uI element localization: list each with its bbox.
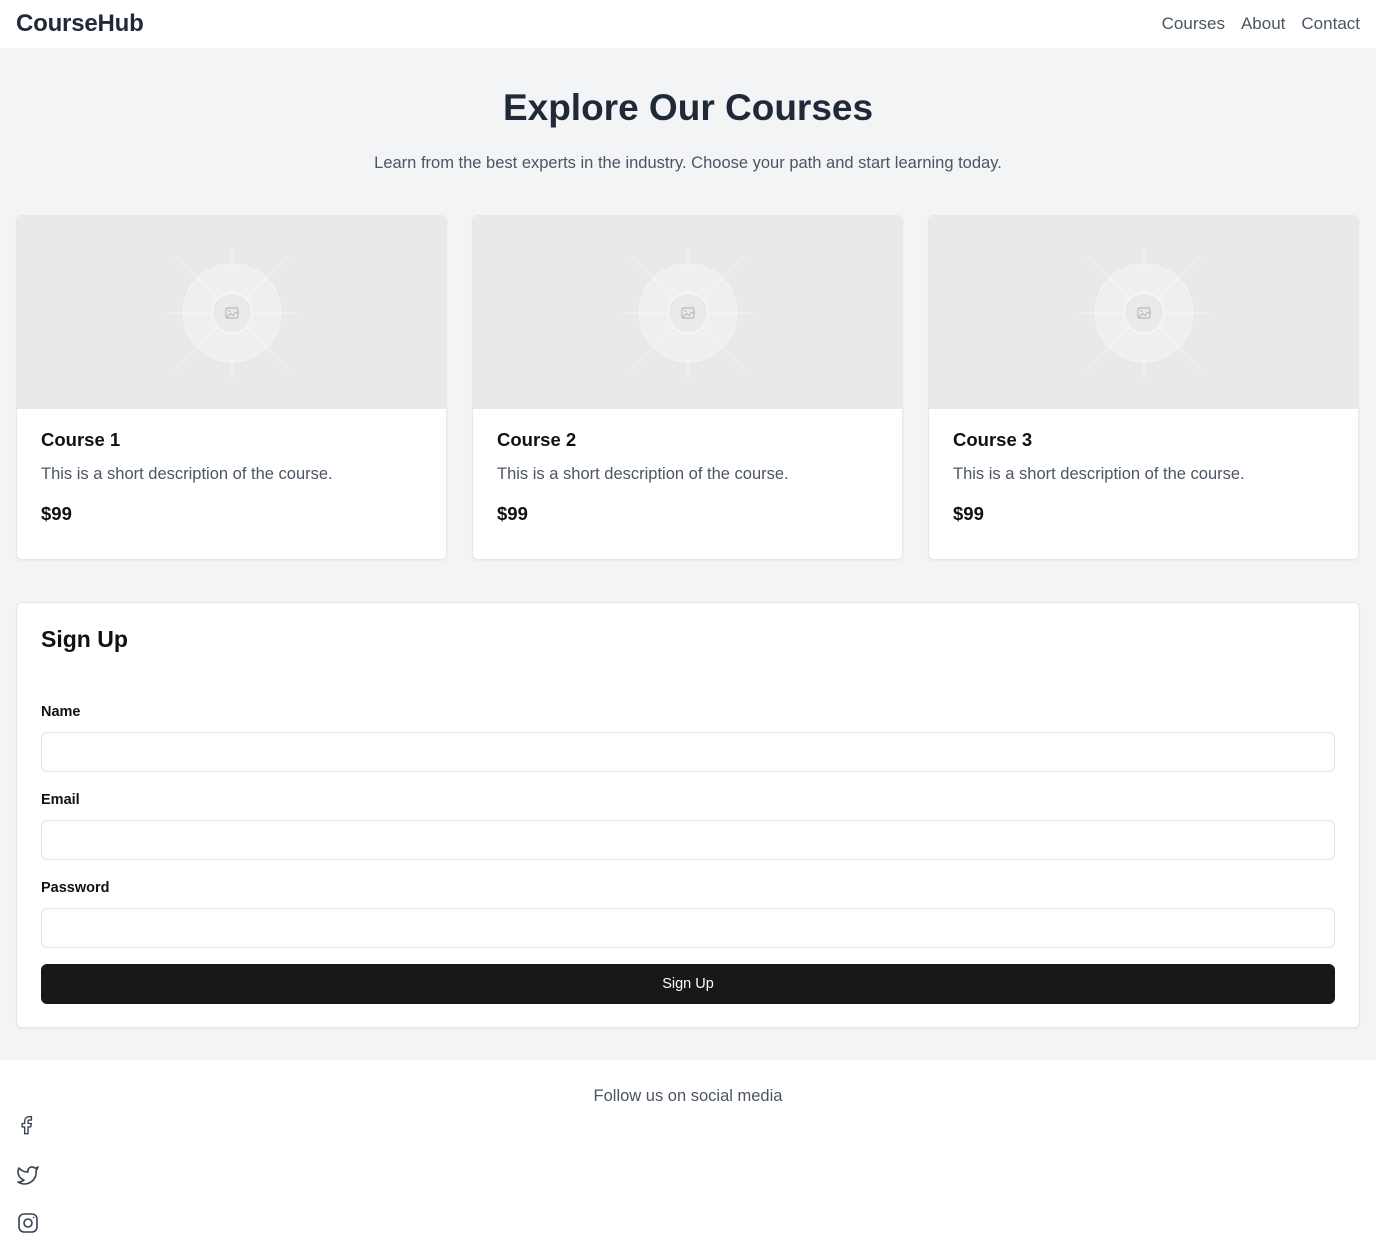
nav-link-about[interactable]: About [1241, 14, 1285, 34]
signup-title: Sign Up [41, 626, 128, 652]
top-navigation-bar: CourseHub Courses About Contact [0, 0, 1376, 48]
course-title: Course 3 [953, 429, 1033, 450]
brand-logo[interactable]: CourseHub [16, 10, 144, 38]
email-label: Email [41, 792, 80, 808]
course-description: This is a short description of the cours… [41, 465, 333, 483]
course-card[interactable]: Course 2 This is a short description of … [472, 215, 903, 560]
image-placeholder-icon [621, 246, 754, 379]
twitter-icon[interactable] [16, 1163, 40, 1187]
course-price: $99 [497, 503, 528, 524]
name-field[interactable] [41, 732, 1335, 772]
password-field[interactable] [41, 908, 1335, 948]
password-label: Password [41, 880, 110, 896]
page-subtitle: Learn from the best experts in the indus… [374, 154, 1002, 172]
course-price: $99 [953, 503, 984, 524]
course-title: Course 1 [41, 429, 121, 450]
social-links [16, 1115, 40, 1259]
course-image-placeholder [17, 216, 446, 409]
main-nav: Courses About Contact [1162, 14, 1360, 34]
course-price: $99 [41, 503, 72, 524]
page-footer: Follow us on social media [0, 1060, 1376, 1260]
course-card[interactable]: Course 1 This is a short description of … [16, 215, 447, 560]
nav-link-courses[interactable]: Courses [1162, 14, 1225, 34]
course-card[interactable]: Course 3 This is a short description of … [928, 215, 1359, 560]
page-title: Explore Our Courses [502, 87, 874, 128]
facebook-icon[interactable] [16, 1115, 40, 1139]
course-description: This is a short description of the cours… [953, 465, 1245, 483]
course-title: Course 2 [497, 429, 577, 450]
course-description: This is a short description of the cours… [497, 465, 789, 483]
name-label: Name [41, 704, 81, 720]
signup-form: Sign Up Name Email Password Sign Up [16, 602, 1360, 1028]
instagram-icon[interactable] [16, 1211, 40, 1235]
nav-link-contact[interactable]: Contact [1301, 14, 1360, 34]
course-image-placeholder [929, 216, 1358, 409]
image-placeholder-icon [165, 246, 298, 379]
image-placeholder-icon [1077, 246, 1210, 379]
course-list: Course 1 This is a short description of … [0, 215, 1376, 560]
email-field[interactable] [41, 820, 1335, 860]
course-image-placeholder [473, 216, 902, 409]
signup-submit-button[interactable]: Sign Up [41, 964, 1335, 1004]
hero-section: Explore Our Courses Learn from the best … [0, 48, 1376, 173]
footer-text: Follow us on social media [593, 1087, 783, 1105]
